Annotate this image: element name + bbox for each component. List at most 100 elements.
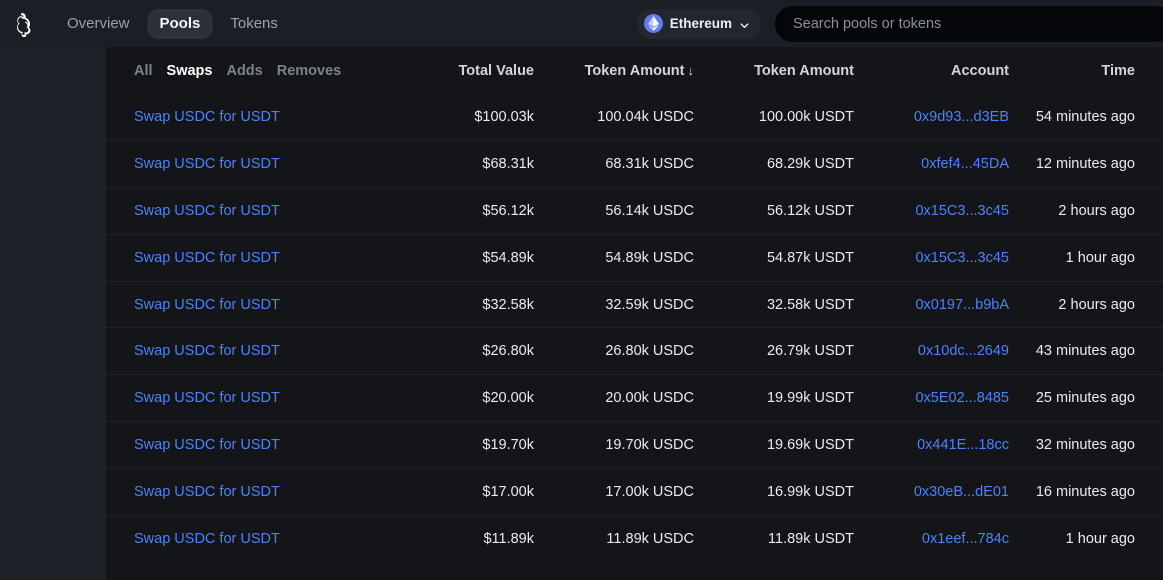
transaction-type-link[interactable]: Swap USDC for USDT bbox=[106, 94, 406, 141]
account-link[interactable]: 0x0197...b9bA bbox=[854, 280, 1009, 328]
chevron-down-icon bbox=[739, 18, 750, 29]
cell-token-amount-1-text: 68.29k USDT bbox=[766, 156, 854, 173]
column-header-token-amount-1[interactable]: Token Amount bbox=[694, 47, 854, 94]
cell-time: 54 minutes ago bbox=[1009, 94, 1163, 141]
filter-all[interactable]: All bbox=[134, 63, 153, 79]
transaction-type-link-text[interactable]: Swap USDC for USDT bbox=[134, 343, 280, 359]
chain-selector[interactable]: Ethereum bbox=[636, 8, 761, 39]
table-row[interactable]: Swap USDC for USDT $19.70k 19.70k USDC 19.6… bbox=[106, 421, 1163, 469]
cell-token-amount-0: 19.70k USDC bbox=[534, 421, 694, 469]
transaction-type-link[interactable]: Swap USDC for USDT bbox=[106, 421, 406, 469]
account-link[interactable]: 0x15C3...3c45 bbox=[854, 187, 1009, 235]
cell-token-amount-1: 26.79k USDT bbox=[694, 327, 854, 375]
transaction-type-link[interactable]: Swap USDC for USDT bbox=[106, 280, 406, 328]
account-link[interactable]: 0x1eef...784c bbox=[854, 514, 1009, 562]
transaction-type-link[interactable]: Swap USDC for USDT bbox=[106, 327, 406, 375]
transaction-type-link-text[interactable]: Swap USDC for USDT bbox=[134, 484, 280, 500]
account-link-text[interactable]: 0x441E...18cc bbox=[917, 437, 1009, 453]
account-link-text[interactable]: 0x15C3...3c45 bbox=[915, 203, 1009, 219]
account-link-text[interactable]: 0x5E02...8485 bbox=[915, 390, 1009, 406]
nav-item-tokens[interactable]: Tokens bbox=[217, 9, 291, 39]
account-link[interactable]: 0x15C3...3c45 bbox=[854, 233, 1009, 282]
column-header-token-amount-0[interactable]: Token Amount ↓ bbox=[534, 47, 694, 94]
cell-total-value-text: $26.80k bbox=[482, 343, 534, 360]
transaction-type-link[interactable]: Swap USDC for USDT bbox=[106, 233, 406, 282]
transaction-type-link[interactable]: Swap USDC for USDT bbox=[106, 140, 406, 188]
transaction-type-link[interactable]: Swap USDC for USDT bbox=[106, 187, 406, 235]
column-header-time[interactable]: Time bbox=[1009, 47, 1163, 94]
search-box[interactable] bbox=[775, 5, 1163, 42]
cell-time: 25 minutes ago bbox=[1009, 374, 1163, 422]
transaction-type-link-text[interactable]: Swap USDC for USDT bbox=[134, 109, 280, 125]
cell-token-amount-0-text: 17.00k USDC bbox=[605, 483, 694, 500]
transaction-type-link-text[interactable]: Swap USDC for USDT bbox=[134, 531, 280, 547]
cell-time: 12 minutes ago bbox=[1009, 140, 1163, 188]
nav-item-overview[interactable]: Overview bbox=[54, 9, 143, 39]
table-row[interactable]: Swap USDC for USDT $11.89k 11.89k USDC 11.8… bbox=[106, 514, 1163, 562]
cell-token-amount-0-text: 100.04k USDC bbox=[597, 109, 694, 126]
transaction-type-link-text[interactable]: Swap USDC for USDT bbox=[134, 156, 280, 172]
cell-token-amount-1-text: 16.99k USDT bbox=[766, 483, 854, 500]
account-link[interactable]: 0x30eB...dE01 bbox=[854, 467, 1009, 516]
table-row[interactable]: Swap USDC for USDT $68.31k 68.31k USDC 68.2… bbox=[106, 140, 1163, 188]
transaction-type-link-text[interactable]: Swap USDC for USDT bbox=[134, 437, 280, 453]
cell-token-amount-0-text: 20.00k USDC bbox=[605, 390, 694, 407]
cell-time-text: 16 minutes ago bbox=[1035, 483, 1135, 500]
column-header-token-amount-0-label: Token Amount bbox=[584, 62, 685, 79]
cell-time: 32 minutes ago bbox=[1009, 421, 1163, 469]
top-right-controls: Ethereum bbox=[636, 0, 1163, 47]
cell-time-text: 25 minutes ago bbox=[1035, 390, 1135, 407]
column-header-time-label: Time bbox=[1101, 62, 1135, 79]
uniswap-unicorn-logo-icon[interactable] bbox=[10, 9, 40, 39]
table-row[interactable]: Swap USDC for USDT $20.00k 20.00k USDC 19.9… bbox=[106, 374, 1163, 422]
column-header-token-amount-1-label: Token Amount bbox=[754, 62, 854, 79]
filter-removes[interactable]: Removes bbox=[277, 63, 341, 79]
table-row[interactable]: Swap USDC for USDT $17.00k 17.00k USDC 16.9… bbox=[106, 467, 1163, 516]
column-header-account[interactable]: Account bbox=[854, 47, 1009, 94]
account-link-text[interactable]: 0x10dc...2649 bbox=[918, 343, 1009, 359]
table-row[interactable]: Swap USDC for USDT $56.12k 56.14k USDC 56.1… bbox=[106, 187, 1163, 235]
transaction-type-link[interactable]: Swap USDC for USDT bbox=[106, 467, 406, 516]
transaction-type-link[interactable]: Swap USDC for USDT bbox=[106, 514, 406, 562]
cell-time: 2 hours ago bbox=[1009, 280, 1163, 328]
search-input[interactable] bbox=[793, 15, 1155, 32]
transaction-type-link-text[interactable]: Swap USDC for USDT bbox=[134, 297, 280, 313]
account-link-text[interactable]: 0x1eef...784c bbox=[922, 531, 1009, 547]
account-link[interactable]: 0x10dc...2649 bbox=[854, 327, 1009, 375]
cell-token-amount-0: 32.59k USDC bbox=[534, 280, 694, 328]
table-row[interactable]: Swap USDC for USDT $54.89k 54.89k USDC 54.8… bbox=[106, 233, 1163, 282]
account-link[interactable]: 0x5E02...8485 bbox=[854, 374, 1009, 422]
account-link[interactable]: 0xfef4...45DA bbox=[854, 140, 1009, 188]
cell-total-value-text: $11.89k bbox=[483, 530, 534, 547]
account-link-text[interactable]: 0x15C3...3c45 bbox=[915, 250, 1009, 266]
left-rail bbox=[0, 47, 106, 580]
table-header-row: All Swaps Adds Removes Total Value Token… bbox=[106, 47, 1163, 94]
account-link-text[interactable]: 0x9d93...d3EB bbox=[914, 109, 1009, 125]
cell-token-amount-0: 54.89k USDC bbox=[534, 233, 694, 282]
account-link-text[interactable]: 0x30eB...dE01 bbox=[914, 484, 1009, 500]
transaction-type-link[interactable]: Swap USDC for USDT bbox=[106, 374, 406, 422]
account-link-text[interactable]: 0x0197...b9bA bbox=[915, 297, 1009, 313]
transactions-panel: All Swaps Adds Removes Total Value Token… bbox=[106, 47, 1163, 580]
account-link[interactable]: 0x9d93...d3EB bbox=[854, 94, 1009, 141]
filter-adds[interactable]: Adds bbox=[226, 63, 262, 79]
cell-token-amount-0: 56.14k USDC bbox=[534, 187, 694, 235]
transaction-type-link-text[interactable]: Swap USDC for USDT bbox=[134, 390, 280, 406]
cell-token-amount-0-text: 26.80k USDC bbox=[605, 343, 694, 360]
table-row[interactable]: Swap USDC for USDT $26.80k 26.80k USDC 26.7… bbox=[106, 327, 1163, 375]
ethereum-logo-icon bbox=[643, 14, 663, 33]
column-header-total-value[interactable]: Total Value bbox=[406, 47, 534, 94]
cell-token-amount-1: 32.58k USDT bbox=[694, 280, 854, 328]
cell-token-amount-0: 68.31k USDC bbox=[534, 140, 694, 188]
cell-total-value-text: $32.58k bbox=[482, 296, 534, 313]
cell-token-amount-0: 20.00k USDC bbox=[534, 374, 694, 422]
transaction-type-link-text[interactable]: Swap USDC for USDT bbox=[134, 203, 280, 219]
cell-total-value: $68.31k bbox=[406, 140, 534, 188]
nav-item-pools[interactable]: Pools bbox=[146, 8, 214, 39]
account-link-text[interactable]: 0xfef4...45DA bbox=[921, 156, 1009, 172]
account-link[interactable]: 0x441E...18cc bbox=[854, 421, 1009, 469]
table-row[interactable]: Swap USDC for USDT $100.03k 100.04k USDC 10… bbox=[106, 94, 1163, 141]
transaction-type-link-text[interactable]: Swap USDC for USDT bbox=[134, 250, 280, 266]
table-row[interactable]: Swap USDC for USDT $32.58k 32.59k USDC 32.5… bbox=[106, 280, 1163, 328]
filter-swaps[interactable]: Swaps bbox=[167, 63, 213, 79]
